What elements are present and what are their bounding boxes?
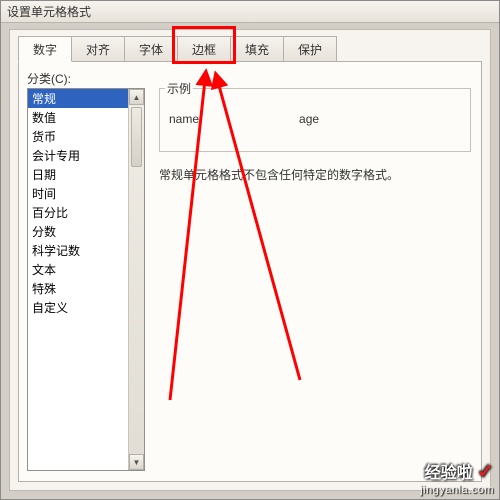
list-item[interactable]: 数值 <box>28 108 128 127</box>
tab-border[interactable]: 边框 <box>177 36 231 62</box>
tab-protection[interactable]: 保护 <box>283 36 337 62</box>
list-item[interactable]: 会计专用 <box>28 146 128 165</box>
category-label: 分类(C): <box>27 70 71 87</box>
example-content: name age <box>169 112 461 126</box>
list-item[interactable]: 文本 <box>28 260 128 279</box>
list-item[interactable]: 科学记数 <box>28 241 128 260</box>
list-item[interactable]: 常规 <box>28 89 128 108</box>
tab-strip: 数字 对齐 字体 边框 填充 保护 <box>18 36 336 62</box>
watermark-url: jingyanla.com <box>420 484 494 496</box>
category-listbox[interactable]: 常规 数值 货币 会计专用 日期 时间 百分比 分数 科学记数 文本 特殊 自定… <box>27 88 145 471</box>
scroll-thumb[interactable] <box>131 107 142 167</box>
example-label: 示例 <box>165 80 193 97</box>
list-item[interactable]: 时间 <box>28 184 128 203</box>
tab-fill[interactable]: 填充 <box>230 36 284 62</box>
tab-font[interactable]: 字体 <box>124 36 178 62</box>
list-item[interactable]: 日期 <box>28 165 128 184</box>
scrollbar[interactable]: ▲ ▼ <box>128 89 144 470</box>
format-description: 常规单元格格式不包含任何特定的数字格式。 <box>159 166 461 183</box>
example-col2: age <box>299 112 319 126</box>
watermark-check-icon: ✓ <box>477 461 494 483</box>
tab-content: 分类(C): 常规 数值 货币 会计专用 日期 时间 百分比 分数 科学记数 文… <box>18 61 482 482</box>
list-item[interactable]: 特殊 <box>28 279 128 298</box>
dialog-panel: 数字 对齐 字体 边框 填充 保护 分类(C): 常规 数值 货币 会计专用 日… <box>9 29 491 491</box>
scroll-down-button[interactable]: ▼ <box>129 454 144 470</box>
list-item[interactable]: 自定义 <box>28 298 128 317</box>
list-item[interactable]: 分数 <box>28 222 128 241</box>
tab-number[interactable]: 数字 <box>18 36 72 62</box>
scroll-up-button[interactable]: ▲ <box>129 89 144 105</box>
window-title: 设置单元格格式 <box>7 3 91 20</box>
tab-alignment[interactable]: 对齐 <box>71 36 125 62</box>
window-titlebar: 设置单元格格式 <box>1 1 499 23</box>
watermark-brand: 经验啦 <box>425 465 473 482</box>
list-item[interactable]: 货币 <box>28 127 128 146</box>
list-item[interactable]: 百分比 <box>28 203 128 222</box>
example-col1: name <box>169 112 199 126</box>
watermark: 经验啦 ✓ jingyanla.com <box>420 459 494 496</box>
